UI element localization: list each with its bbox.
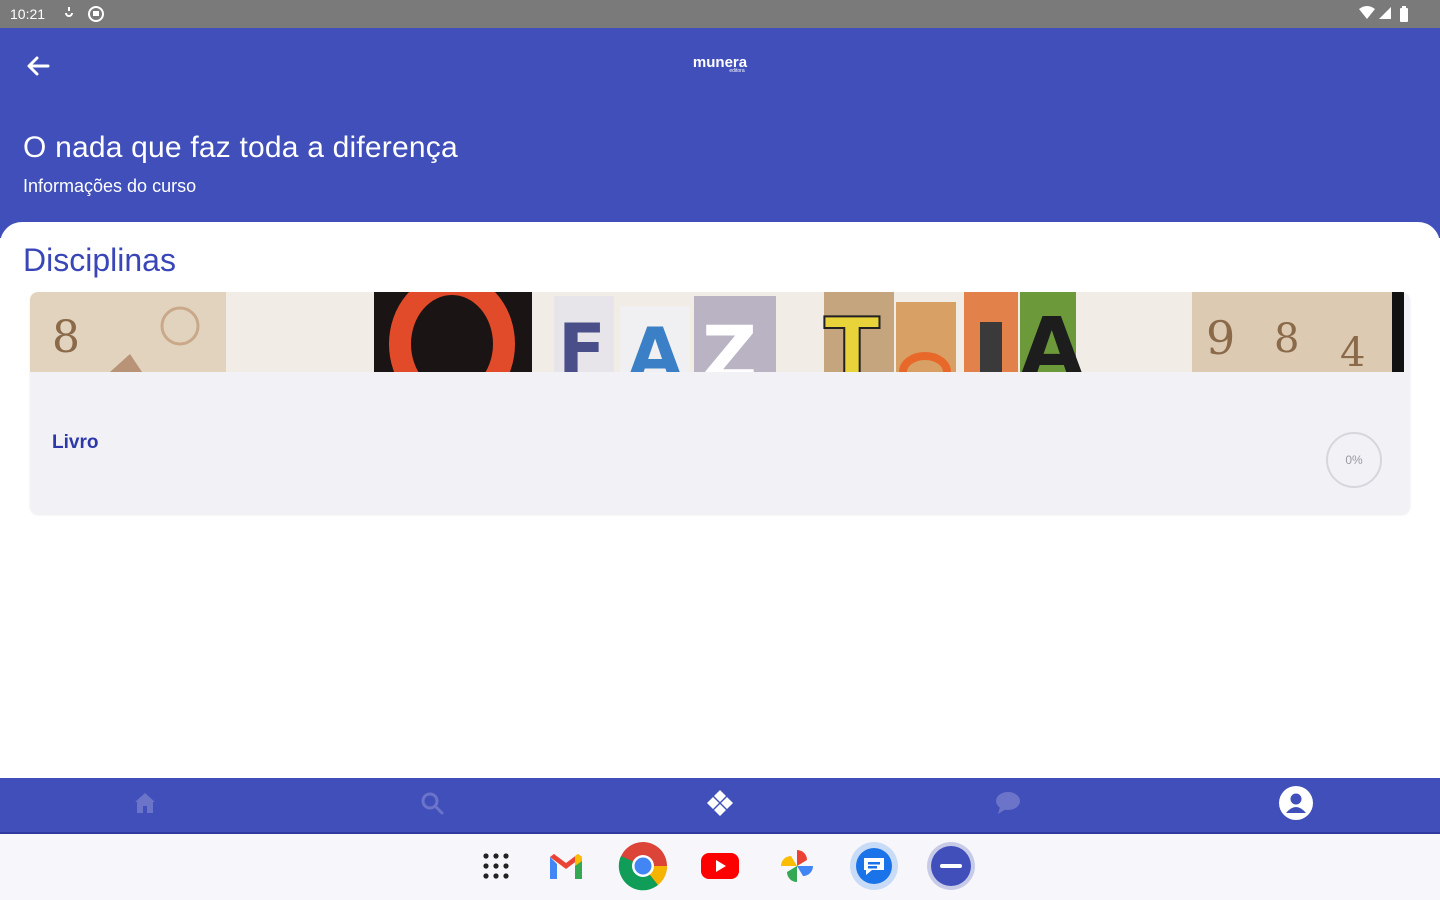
back-button[interactable]	[18, 48, 58, 88]
sync-icon	[62, 5, 76, 24]
svg-text:4: 4	[1340, 330, 1365, 372]
progress-label: 0%	[1345, 453, 1363, 467]
messages-app[interactable]	[848, 840, 900, 897]
photos-app[interactable]	[771, 842, 823, 894]
svg-text:9: 9	[1206, 311, 1235, 365]
wifi-icon	[1358, 5, 1376, 24]
status-bar: 10:21	[0, 0, 1440, 28]
svg-text:Z: Z	[702, 309, 757, 372]
page-subtitle: Informações do curso	[23, 176, 197, 196]
chrome-icon	[618, 841, 668, 896]
svg-text:8: 8	[1274, 316, 1299, 362]
messages-icon	[848, 840, 900, 897]
section-title: Disciplinas	[23, 242, 176, 278]
app-grid-icon	[480, 850, 512, 887]
discipline-banner-image: 8 F A Z T A 9 8 4	[30, 292, 1404, 372]
svg-text:F: F	[558, 309, 606, 372]
app-drawer-button[interactable]	[470, 842, 522, 894]
home-icon	[132, 790, 158, 821]
gmail-icon	[547, 851, 585, 886]
status-time: 10:21	[10, 6, 46, 22]
gmail-app[interactable]	[540, 842, 592, 894]
battery-icon	[1399, 5, 1409, 26]
svg-text:A: A	[628, 313, 682, 372]
app-logo: munera editora	[680, 54, 760, 84]
system-taskbar	[0, 834, 1440, 900]
svg-text:8: 8	[52, 312, 80, 363]
profile-icon	[1278, 785, 1314, 826]
page-title: O nada que faz toda a diferença	[23, 131, 458, 164]
shield-icon	[87, 5, 105, 26]
chat-icon	[994, 790, 1022, 821]
chrome-app[interactable]	[617, 841, 669, 896]
nav-search[interactable]	[402, 778, 462, 832]
svg-text:T: T	[824, 301, 880, 372]
arrow-left-icon	[24, 52, 52, 85]
bottom-navigation	[0, 778, 1440, 834]
nav-home[interactable]	[115, 778, 175, 832]
youtube-icon	[700, 851, 740, 886]
youtube-app[interactable]	[694, 842, 746, 894]
courses-icon	[705, 788, 735, 823]
nav-chat[interactable]	[978, 778, 1038, 832]
discipline-card[interactable]: 8 F A Z T A 9 8 4 Livro 0%	[30, 292, 1410, 514]
progress-indicator: 0%	[1326, 432, 1382, 488]
signal-icon	[1378, 5, 1392, 24]
photos-pinwheel-icon	[777, 846, 817, 891]
nav-profile[interactable]	[1266, 778, 1326, 832]
munera-app-icon	[925, 840, 977, 897]
search-icon	[419, 790, 445, 821]
munera-app[interactable]	[925, 840, 977, 897]
discipline-title: Livro	[52, 432, 99, 453]
content-area: Disciplinas 8 F A Z T A 9 8 4 Livro 0%	[0, 222, 1440, 778]
nav-courses[interactable]	[690, 778, 750, 832]
app-header: munera editora O nada que faz toda a dif…	[0, 28, 1440, 238]
svg-text:A: A	[1020, 301, 1084, 372]
